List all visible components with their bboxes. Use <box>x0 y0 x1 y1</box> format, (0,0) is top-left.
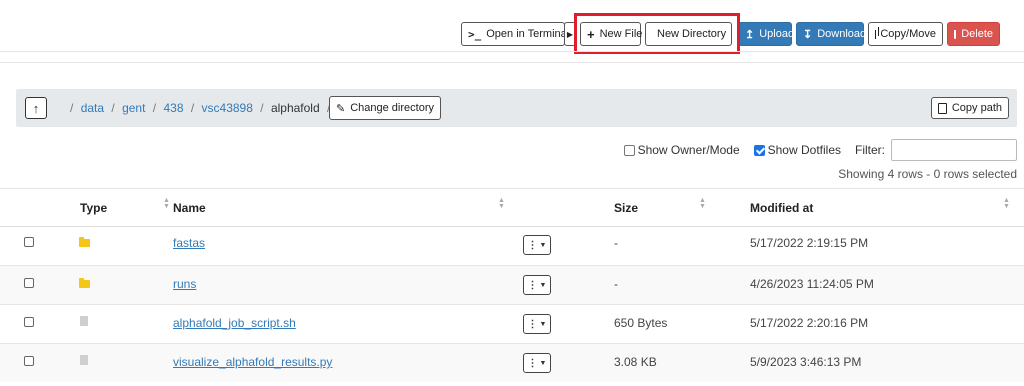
breadcrumb-separator: / <box>70 101 74 115</box>
filter-input[interactable] <box>891 139 1017 161</box>
breadcrumb-separator: / <box>152 101 157 115</box>
modified-date: 5/9/2023 3:46:13 PM <box>750 355 862 369</box>
row-select-checkbox[interactable] <box>24 278 34 288</box>
download-button[interactable]: ↧ Download <box>796 22 866 46</box>
change-directory-button[interactable]: ✎ Change directory <box>329 96 441 120</box>
terminal-icon: >_ <box>468 27 482 41</box>
breadcrumb-item-vsc43898[interactable]: vsc43898 <box>202 101 253 115</box>
row-select-checkbox[interactable] <box>24 356 34 366</box>
rows-summary: Showing 4 rows - 0 rows selected <box>838 167 1017 181</box>
modified-date: 5/17/2022 2:20:16 PM <box>750 316 869 330</box>
file-size: 650 Bytes <box>614 316 668 330</box>
table-row[interactable]: runs ⋮ ▼ - 4/26/2023 11:24:05 PM <box>0 266 1024 304</box>
row-select-checkbox[interactable] <box>24 237 34 247</box>
breadcrumb-separator: / <box>111 101 115 115</box>
sort-icon[interactable]: ▲ ▼ <box>163 197 170 210</box>
row-select-checkbox[interactable] <box>24 317 34 327</box>
parent-directory-button[interactable]: ↑ <box>25 97 47 119</box>
arrow-up-icon: ↑ <box>32 100 40 116</box>
show-dotfiles-checkbox[interactable] <box>753 145 765 157</box>
file-name-link[interactable]: fastas <box>173 236 205 250</box>
column-header-modified[interactable]: Modified at <box>750 201 813 215</box>
table-row[interactable]: alphafold_job_script.sh ⋮ ▼ 650 Bytes 5/1… <box>0 305 1024 343</box>
row-actions-button[interactable]: ⋮ ▼ <box>523 235 551 255</box>
file-size: - <box>614 277 618 291</box>
row-actions-button[interactable]: ⋮ ▼ <box>523 353 551 373</box>
download-icon: ↧ <box>803 28 813 41</box>
column-header-name[interactable]: Name <box>173 201 206 215</box>
sort-icon[interactable]: ▲ ▼ <box>1003 197 1010 210</box>
row-actions-button[interactable]: ⋮ ▼ <box>523 314 551 334</box>
row-actions-button[interactable]: ⋮ ▼ <box>523 275 551 295</box>
file-name-link[interactable]: runs <box>173 277 196 291</box>
toolbar-divider <box>0 51 1024 52</box>
breadcrumb: / data / gent / 438 / vsc43898 / alphafo… <box>66 101 334 115</box>
edit-icon: ✎ <box>336 102 346 115</box>
breadcrumb-current: alphafold <box>270 101 320 115</box>
show-owner-mode-checkbox[interactable] <box>623 145 635 157</box>
table-row[interactable]: fastas ⋮ ▼ - 5/17/2022 2:19:15 PM <box>0 227 1024 265</box>
table-filters: Show Owner/Mode Show Dotfiles Filter: <box>623 139 1017 161</box>
caret-right-icon: ▶ <box>566 29 574 39</box>
breadcrumb-separator: / <box>260 101 264 115</box>
caret-down-icon: ▼ <box>539 281 547 289</box>
file-icon <box>80 316 88 326</box>
highlight-box <box>574 13 740 54</box>
trash-icon <box>954 29 957 39</box>
modified-date: 4/26/2023 11:24:05 PM <box>750 277 874 291</box>
copy-path-button[interactable]: Copy path <box>930 97 1009 119</box>
sort-icon[interactable]: ▲ ▼ <box>498 197 505 210</box>
caret-down-icon: ▼ <box>539 359 547 367</box>
content-divider <box>0 62 1024 63</box>
file-size: - <box>614 236 618 250</box>
modified-date: 5/17/2022 2:19:15 PM <box>750 236 869 250</box>
breadcrumb-item-438[interactable]: 438 <box>163 101 183 115</box>
table-row[interactable]: visualize_alphafold_results.py ⋮ ▼ 3.08 K… <box>0 344 1024 382</box>
column-header-type[interactable]: Type <box>80 201 107 215</box>
breadcrumb-item-gent[interactable]: gent <box>122 101 145 115</box>
breadcrumb-bar: ↑ / data / gent / 438 / vsc43898 / alpha… <box>16 89 1017 127</box>
file-toolbar: >_ Open in Terminal ▶ + New File New Dir… <box>0 22 1024 48</box>
kebab-icon: ⋮ <box>527 239 538 251</box>
breadcrumb-item-data[interactable]: data <box>81 101 104 115</box>
kebab-icon: ⋮ <box>527 279 538 291</box>
breadcrumb-separator: / <box>190 101 195 115</box>
kebab-icon: ⋮ <box>527 318 538 330</box>
filter-label: Filter: <box>855 143 885 157</box>
table-header-top-border <box>0 188 1024 189</box>
file-icon <box>80 355 88 365</box>
delete-button[interactable]: Delete <box>947 22 1000 46</box>
caret-down-icon: ▼ <box>539 320 547 328</box>
kebab-icon: ⋮ <box>527 357 538 369</box>
upload-icon: ↥ <box>745 28 755 41</box>
file-name-link[interactable]: alphafold_job_script.sh <box>173 316 296 330</box>
show-owner-mode-toggle[interactable]: Show Owner/Mode <box>623 143 740 157</box>
file-size: 3.08 KB <box>614 355 657 369</box>
show-dotfiles-toggle[interactable]: Show Dotfiles <box>753 143 841 157</box>
file-name-link[interactable]: visualize_alphafold_results.py <box>173 355 332 369</box>
folder-icon <box>79 278 90 288</box>
copy-move-button[interactable]: Copy/Move <box>868 22 943 46</box>
upload-button[interactable]: ↥ Upload <box>738 22 794 46</box>
open-in-terminal-button[interactable]: >_ Open in Terminal <box>461 22 569 46</box>
sort-icon[interactable]: ▲ ▼ <box>699 197 706 210</box>
folder-icon <box>79 237 90 247</box>
caret-down-icon: ▼ <box>539 241 547 249</box>
column-header-size[interactable]: Size <box>614 201 638 215</box>
clipboard-icon <box>937 102 947 114</box>
